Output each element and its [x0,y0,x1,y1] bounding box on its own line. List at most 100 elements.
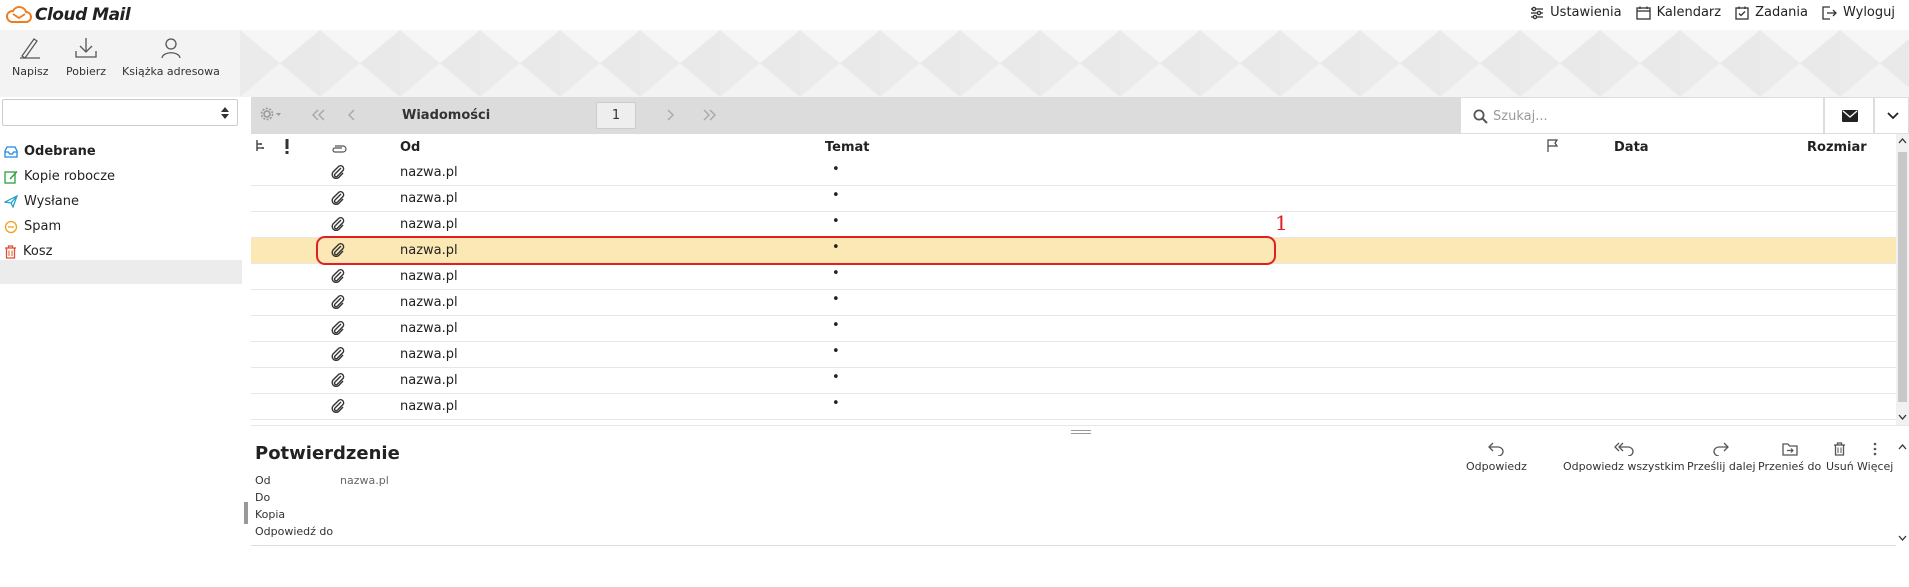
next-page-button[interactable] [666,109,675,125]
download-button[interactable]: Pobierz [66,36,106,78]
search-options-dropdown[interactable] [1874,97,1909,134]
prev-page-button[interactable] [347,109,356,125]
addressbook-button[interactable]: Książka adresowa [122,36,220,78]
header-reply-to: Odpowiedź do [255,525,555,542]
priority-column-header[interactable] [285,139,289,158]
header-from-value[interactable]: nazwa.pl [340,474,389,487]
reply-button[interactable]: Odpowiedz [1466,442,1527,473]
subject-column-header[interactable]: Temat [825,140,870,155]
delete-button[interactable]: Usuń [1826,442,1854,473]
sliders-icon [1531,6,1544,19]
scroll-down-icon [1898,535,1907,541]
folder-sent[interactable]: Wysłane [0,189,242,214]
trash-icon [1834,442,1846,456]
flag-column-header[interactable] [1547,139,1559,156]
table-row[interactable]: nazwa.pl • [251,212,1896,238]
row-from: nazwa.pl [400,373,458,388]
more-button[interactable]: Więcej [1857,442,1893,473]
folder-drafts[interactable]: Kopie robocze [0,164,242,189]
row-subject: • [832,318,840,333]
toolbar-pattern [240,30,1909,97]
forward-button[interactable]: Prześlij dalej [1687,442,1756,473]
table-row[interactable]: nazwa.pl • [251,368,1896,394]
table-row[interactable]: nazwa.pl • [251,394,1896,420]
header-from: Od nazwa.pl [255,474,555,491]
header-to-label: Do [255,491,271,504]
select-arrows-icon [221,107,229,119]
row-subject: • [832,344,840,359]
table-row[interactable]: nazwa.pl • [251,342,1896,368]
download-label: Pobierz [66,65,107,78]
folder-sent-label: Wysłane [24,194,79,209]
date-column-header[interactable]: Data [1614,140,1649,155]
row-from: nazwa.pl [400,217,458,232]
preview-headers: Od nazwa.pl Do Kopia Odpowiedź do [255,474,555,542]
page-number-input[interactable]: 1 [596,102,636,129]
table-row[interactable]: nazwa.pl • [251,290,1896,316]
paperclip-icon [331,165,345,179]
top-bar: Cloud Mail Ustawienia Kalendarz Zadania … [0,0,1909,30]
row-from: nazwa.pl [400,295,458,310]
paperclip-icon [332,145,347,153]
message-preview: Potwierdzenie Od nazwa.pl Do Kopia Odpow… [251,438,1909,587]
row-subject: • [832,266,840,281]
message-list-scrollbar[interactable] [1896,134,1909,425]
gear-icon [260,107,281,121]
preview-divider [251,545,1896,546]
settings-link[interactable]: Ustawienia [1530,5,1622,20]
reply-all-button[interactable]: Odpowiedz wszystkim [1563,442,1685,473]
folder-spam[interactable]: Spam [0,214,242,239]
from-column-header[interactable]: Od [400,140,420,155]
user-icon [161,38,181,59]
tasks-link[interactable]: Zadania [1735,5,1808,20]
pen-icon [20,38,41,59]
logout-link[interactable]: Wyloguj [1822,5,1895,20]
size-column-header[interactable]: Rozmiar [1807,140,1867,155]
logo[interactable]: Cloud Mail [6,4,131,26]
cloud-logo-icon [6,6,32,23]
more-vertical-icon [1873,442,1877,456]
splitter-grip[interactable] [1071,430,1091,434]
first-page-button[interactable] [311,109,325,125]
list-settings-button[interactable] [260,107,282,125]
logout-label: Wyloguj [1843,5,1895,20]
search-input[interactable] [1493,106,1793,126]
compose-button[interactable]: Napisz [12,36,49,78]
table-row[interactable]: nazwa.pl • [251,264,1896,290]
paperclip-icon [331,321,345,335]
search-icon [1473,109,1488,124]
forward-label: Prześlij dalej [1687,460,1756,473]
chevron-right-icon [667,109,675,121]
preview-scrollbar[interactable] [1896,438,1909,548]
message-table: Od Temat Data Rozmiar nazwa.pl • nazwa.p… [251,134,1896,425]
calendar-label: Kalendarz [1656,5,1722,20]
reply-label: Odpowiedz [1466,460,1527,473]
reply-all-icon [1613,442,1634,456]
header-cc: Kopia [255,508,555,525]
attachment-column-header[interactable] [331,142,347,157]
row-from: nazwa.pl [400,191,458,206]
drafts-icon [4,170,18,184]
search-mail-button[interactable] [1824,97,1874,134]
row-from: nazwa.pl [400,165,458,180]
scrollbar-thumb[interactable] [1898,152,1907,402]
calendar-link[interactable]: Kalendarz [1635,5,1722,20]
table-row[interactable]: nazwa.pl • [251,186,1896,212]
preview-subject: Potwierdzenie [255,443,400,464]
account-select[interactable] [2,99,238,126]
compose-label: Napisz [12,65,49,78]
folder-spam-label: Spam [24,219,62,234]
table-row[interactable]: nazwa.pl • [251,160,1896,186]
pane-splitter[interactable] [251,425,1909,438]
logout-icon [1822,5,1837,20]
table-row[interactable]: nazwa.pl • [251,316,1896,342]
folder-inbox[interactable]: Odebrane [0,139,242,164]
last-page-button[interactable] [703,109,717,125]
sidebar-resize-handle[interactable] [244,502,248,524]
paperclip-icon [331,217,345,231]
header-cc-label: Kopia [255,508,286,521]
move-to-button[interactable]: Przenieś do [1758,442,1821,473]
thread-column-header[interactable] [255,140,265,156]
search-box [1460,97,1824,134]
message-list-toolbar: Wiadomości 1 [251,97,1909,134]
